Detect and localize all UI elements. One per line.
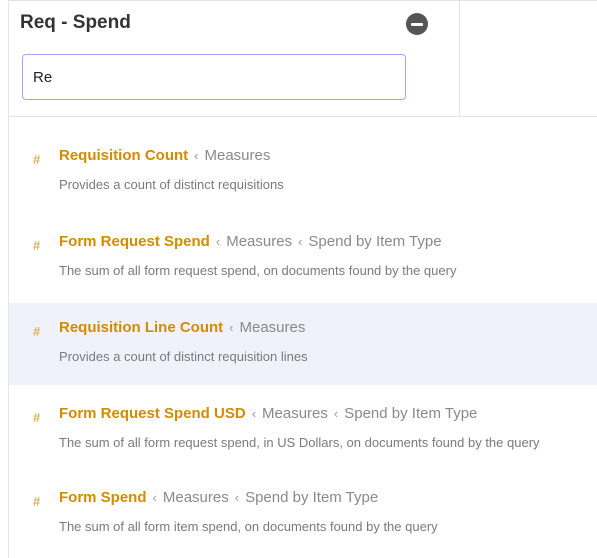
remove-icon[interactable] — [406, 13, 428, 35]
results-dropdown: # Requisition Count ‹ Measures Provides a … — [8, 116, 597, 558]
list-item-requisition-line-count[interactable]: # Requisition Line Count ‹ Measures Provid… — [9, 303, 597, 385]
chevron-left-icon: ‹ — [215, 234, 221, 249]
item-description: Provides a count of distinct requisition… — [59, 349, 308, 364]
list-item-form-request-spend[interactable]: # Form Request Spend ‹ Measures ‹ Spend by I… — [9, 217, 597, 299]
item-description: Provides a count of distinct requisition… — [59, 177, 284, 192]
hash-icon: # — [33, 152, 41, 167]
chevron-left-icon: ‹ — [298, 234, 303, 249]
item-title-line: Requisition Line Count ‹ Measures — [59, 319, 305, 336]
item-path: Spend by Item Type — [245, 489, 379, 506]
chevron-left-icon: ‹ — [234, 490, 240, 505]
item-path: Measures — [204, 147, 271, 164]
item-path: Measures — [226, 233, 293, 250]
search-input[interactable] — [22, 54, 406, 100]
item-name: Form Request Spend — [59, 233, 210, 250]
item-title-line: Requisition Count ‹ Measures — [59, 147, 270, 164]
hash-icon: # — [33, 494, 41, 509]
chevron-left-icon: ‹ — [152, 490, 157, 505]
item-path: Measures — [262, 405, 328, 422]
chevron-left-icon: ‹ — [229, 320, 234, 335]
item-name: Form Request Spend USD — [59, 405, 246, 422]
item-title-line: Form Request Spend ‹ Measures ‹ Spend by Ite… — [59, 233, 442, 250]
hash-icon: # — [33, 238, 41, 253]
item-name: Requisition Line Count — [59, 319, 224, 336]
item-path: Measures — [162, 489, 229, 506]
chevron-left-icon: ‹ — [251, 406, 257, 421]
item-path: Spend by Item Type — [308, 233, 442, 250]
page-title: Req - Spend — [20, 12, 131, 33]
item-path: Measures — [239, 319, 306, 336]
panel-divider — [459, 0, 460, 116]
item-title-line: Form Spend ‹ Measures ‹ Spend by Item Type — [59, 489, 378, 506]
chevron-left-icon: ‹ — [194, 148, 199, 163]
item-description: The sum of all form request spend, in US… — [59, 435, 540, 450]
hash-icon: # — [33, 324, 41, 339]
item-description: The sum of all form request spend, on do… — [59, 263, 457, 278]
list-item-form-request-spend-usd[interactable]: # Form Request Spend USD ‹ Measures ‹ Spend … — [9, 389, 597, 471]
item-name: Form Spend — [59, 489, 147, 506]
hash-icon: # — [33, 410, 41, 425]
chevron-left-icon: ‹ — [333, 406, 339, 421]
item-title-line: Form Request Spend USD ‹ Measures ‹ Spend by… — [59, 405, 477, 422]
list-item-requisition-count[interactable]: # Requisition Count ‹ Measures Provides a … — [9, 131, 597, 213]
item-path: Spend by Item Type — [344, 405, 478, 422]
item-name: Requisition Count — [59, 147, 189, 164]
list-item-form-spend[interactable]: # Form Spend ‹ Measures ‹ Spend by Item Type… — [9, 473, 597, 555]
item-description: The sum of all form item spend, on docum… — [59, 519, 438, 534]
